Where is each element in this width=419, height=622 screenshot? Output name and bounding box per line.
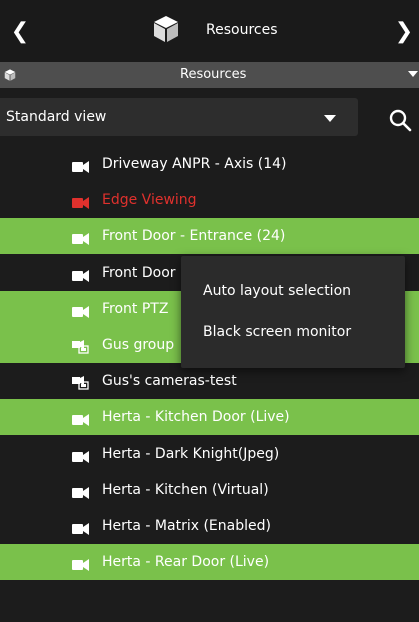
list-item[interactable]: Gus's cameras-test (0, 363, 419, 400)
chevron-left-icon[interactable]: ❮ (8, 18, 32, 46)
camera-icon (72, 194, 90, 210)
list-item-label: Herta - Matrix (Enabled) (102, 518, 271, 534)
list-item-label: Front Door - Entrance (24) (102, 228, 286, 245)
list-item-label: Gus's cameras-test (102, 373, 237, 390)
list-item-label: Driveway ANPR - Axis (14) (102, 156, 287, 172)
list-item-label: Herta - Kitchen Door (Live) (102, 409, 290, 426)
menu-item-auto-layout-selection[interactable]: Auto layout selection (181, 271, 405, 311)
list-item[interactable]: Herta - Kitchen Door (Live) (0, 399, 419, 436)
top-bar: ❮ Resources ❯ (0, 0, 419, 62)
list-item-label: Herta - Kitchen (Virtual) (102, 481, 269, 498)
caret-down-icon (324, 115, 336, 122)
camera-icon (72, 556, 90, 572)
camera-group-icon (72, 339, 90, 354)
list-item[interactable]: Driveway ANPR - Axis (14) (0, 146, 419, 182)
view-bar: Standard view (0, 88, 419, 138)
camera-icon (72, 267, 90, 282)
camera-group-icon (72, 375, 90, 390)
resource-tree: Driveway ANPR - Axis (14) Edge Viewing Fro… (0, 138, 419, 622)
camera-icon (72, 411, 90, 427)
context-menu: Auto layout selection Black screen monito… (181, 256, 405, 368)
menu-item-black-screen-monitor[interactable]: Black screen monitor (181, 312, 405, 352)
list-item[interactable]: Herta - Rear Door (Live) (0, 544, 419, 581)
list-item[interactable]: Edge Viewing (0, 182, 419, 219)
caret-down-icon (408, 71, 418, 77)
resources-label: Resources (180, 67, 247, 82)
menu-item-label: Black screen monitor (203, 324, 352, 340)
list-item-label: Gus group (102, 337, 175, 353)
camera-icon (72, 520, 90, 535)
camera-icon (72, 448, 90, 463)
list-item[interactable]: Herta - Kitchen (Virtual) (0, 471, 419, 508)
list-item-label: Herta - Dark Knight(Jpeg) (102, 445, 280, 462)
view-select-value: Standard view (6, 109, 107, 125)
list-item[interactable]: Herta - Dark Knight(Jpeg) (0, 435, 419, 472)
camera-icon (72, 230, 90, 246)
list-item-label: Herta - Rear Door (Live) (102, 554, 270, 571)
camera-icon (72, 158, 90, 173)
list-item-partial (0, 138, 419, 146)
list-item[interactable]: Front Door - Entrance (24) (0, 218, 419, 255)
list-item-label: Front Door (102, 264, 176, 281)
cube-icon (3, 67, 17, 86)
list-item-label: Edge Viewing (102, 192, 197, 209)
menu-item-label: Auto layout selection (203, 283, 352, 299)
list-item[interactable]: Herta - Matrix (Enabled) (0, 508, 419, 544)
list-item-label: Front PTZ (102, 300, 169, 317)
resources-dropdown[interactable]: Resources (0, 62, 419, 88)
search-icon[interactable] (388, 108, 414, 134)
page-title: Resources (206, 22, 278, 38)
camera-icon (72, 484, 90, 499)
view-select[interactable]: Standard view (0, 98, 358, 136)
camera-icon (72, 303, 90, 318)
chevron-right-icon[interactable]: ❯ (392, 18, 416, 46)
cube-icon (150, 13, 182, 49)
